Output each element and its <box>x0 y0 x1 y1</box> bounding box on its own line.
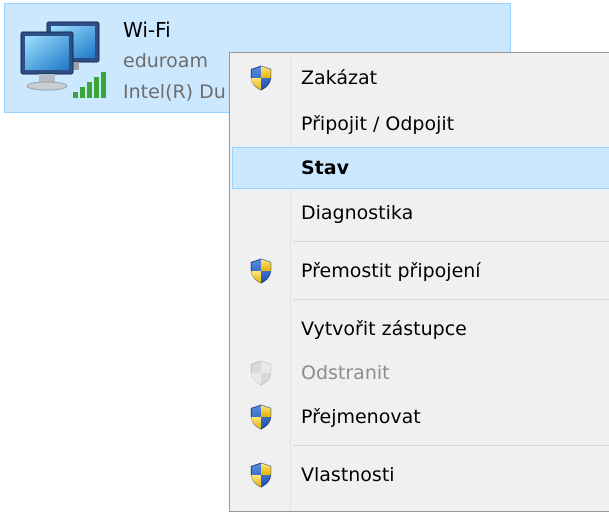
wifi-signal-bars-icon <box>73 72 106 98</box>
menu-item-zakazat[interactable]: Zakázat <box>232 57 609 99</box>
menu-item-label: Vlastnosti <box>301 464 395 486</box>
uac-shield-icon <box>250 360 272 386</box>
menu-item-pripojit-odpojit[interactable]: Připojit / Odpojit <box>232 103 609 145</box>
menu-item-label: Zakázat <box>301 67 378 89</box>
menu-item-label: Stav <box>301 157 349 179</box>
context-menu: Zakázat Připojit / Odpojit Stav Diagnost… <box>229 52 609 512</box>
menu-item-vlastnosti[interactable]: Vlastnosti <box>232 454 609 496</box>
menu-item-premostit-pripojeni[interactable]: Přemostit připojení <box>232 250 609 292</box>
uac-shield-icon <box>250 462 272 488</box>
menu-separator <box>293 241 609 242</box>
menu-item-odstranit[interactable]: Odstranit <box>232 352 609 394</box>
menu-item-stav[interactable]: Stav <box>232 147 609 189</box>
menu-item-label: Připojit / Odpojit <box>301 113 455 135</box>
adapter-device-name: Intel(R) Du <box>123 81 226 103</box>
menu-item-prejmenovat[interactable]: Přejmenovat <box>232 396 609 438</box>
uac-shield-icon <box>250 404 272 430</box>
menu-separator <box>293 445 609 446</box>
network-computers-icon <box>20 21 106 98</box>
menu-item-label: Vytvořit zástupce <box>301 318 467 340</box>
menu-item-label: Odstranit <box>301 362 390 384</box>
menu-item-vytvorit-zastupce[interactable]: Vytvořit zástupce <box>232 308 609 350</box>
menu-separator <box>293 299 609 300</box>
uac-shield-icon <box>250 65 272 91</box>
menu-item-label: Diagnostika <box>301 202 414 224</box>
menu-item-diagnostika[interactable]: Diagnostika <box>232 192 609 234</box>
menu-item-label: Přemostit připojení <box>301 260 481 282</box>
uac-shield-icon <box>250 258 272 284</box>
menu-item-label: Přejmenovat <box>301 406 421 428</box>
adapter-network-name: eduroam <box>123 50 208 72</box>
adapter-name: Wi-Fi <box>123 18 171 42</box>
